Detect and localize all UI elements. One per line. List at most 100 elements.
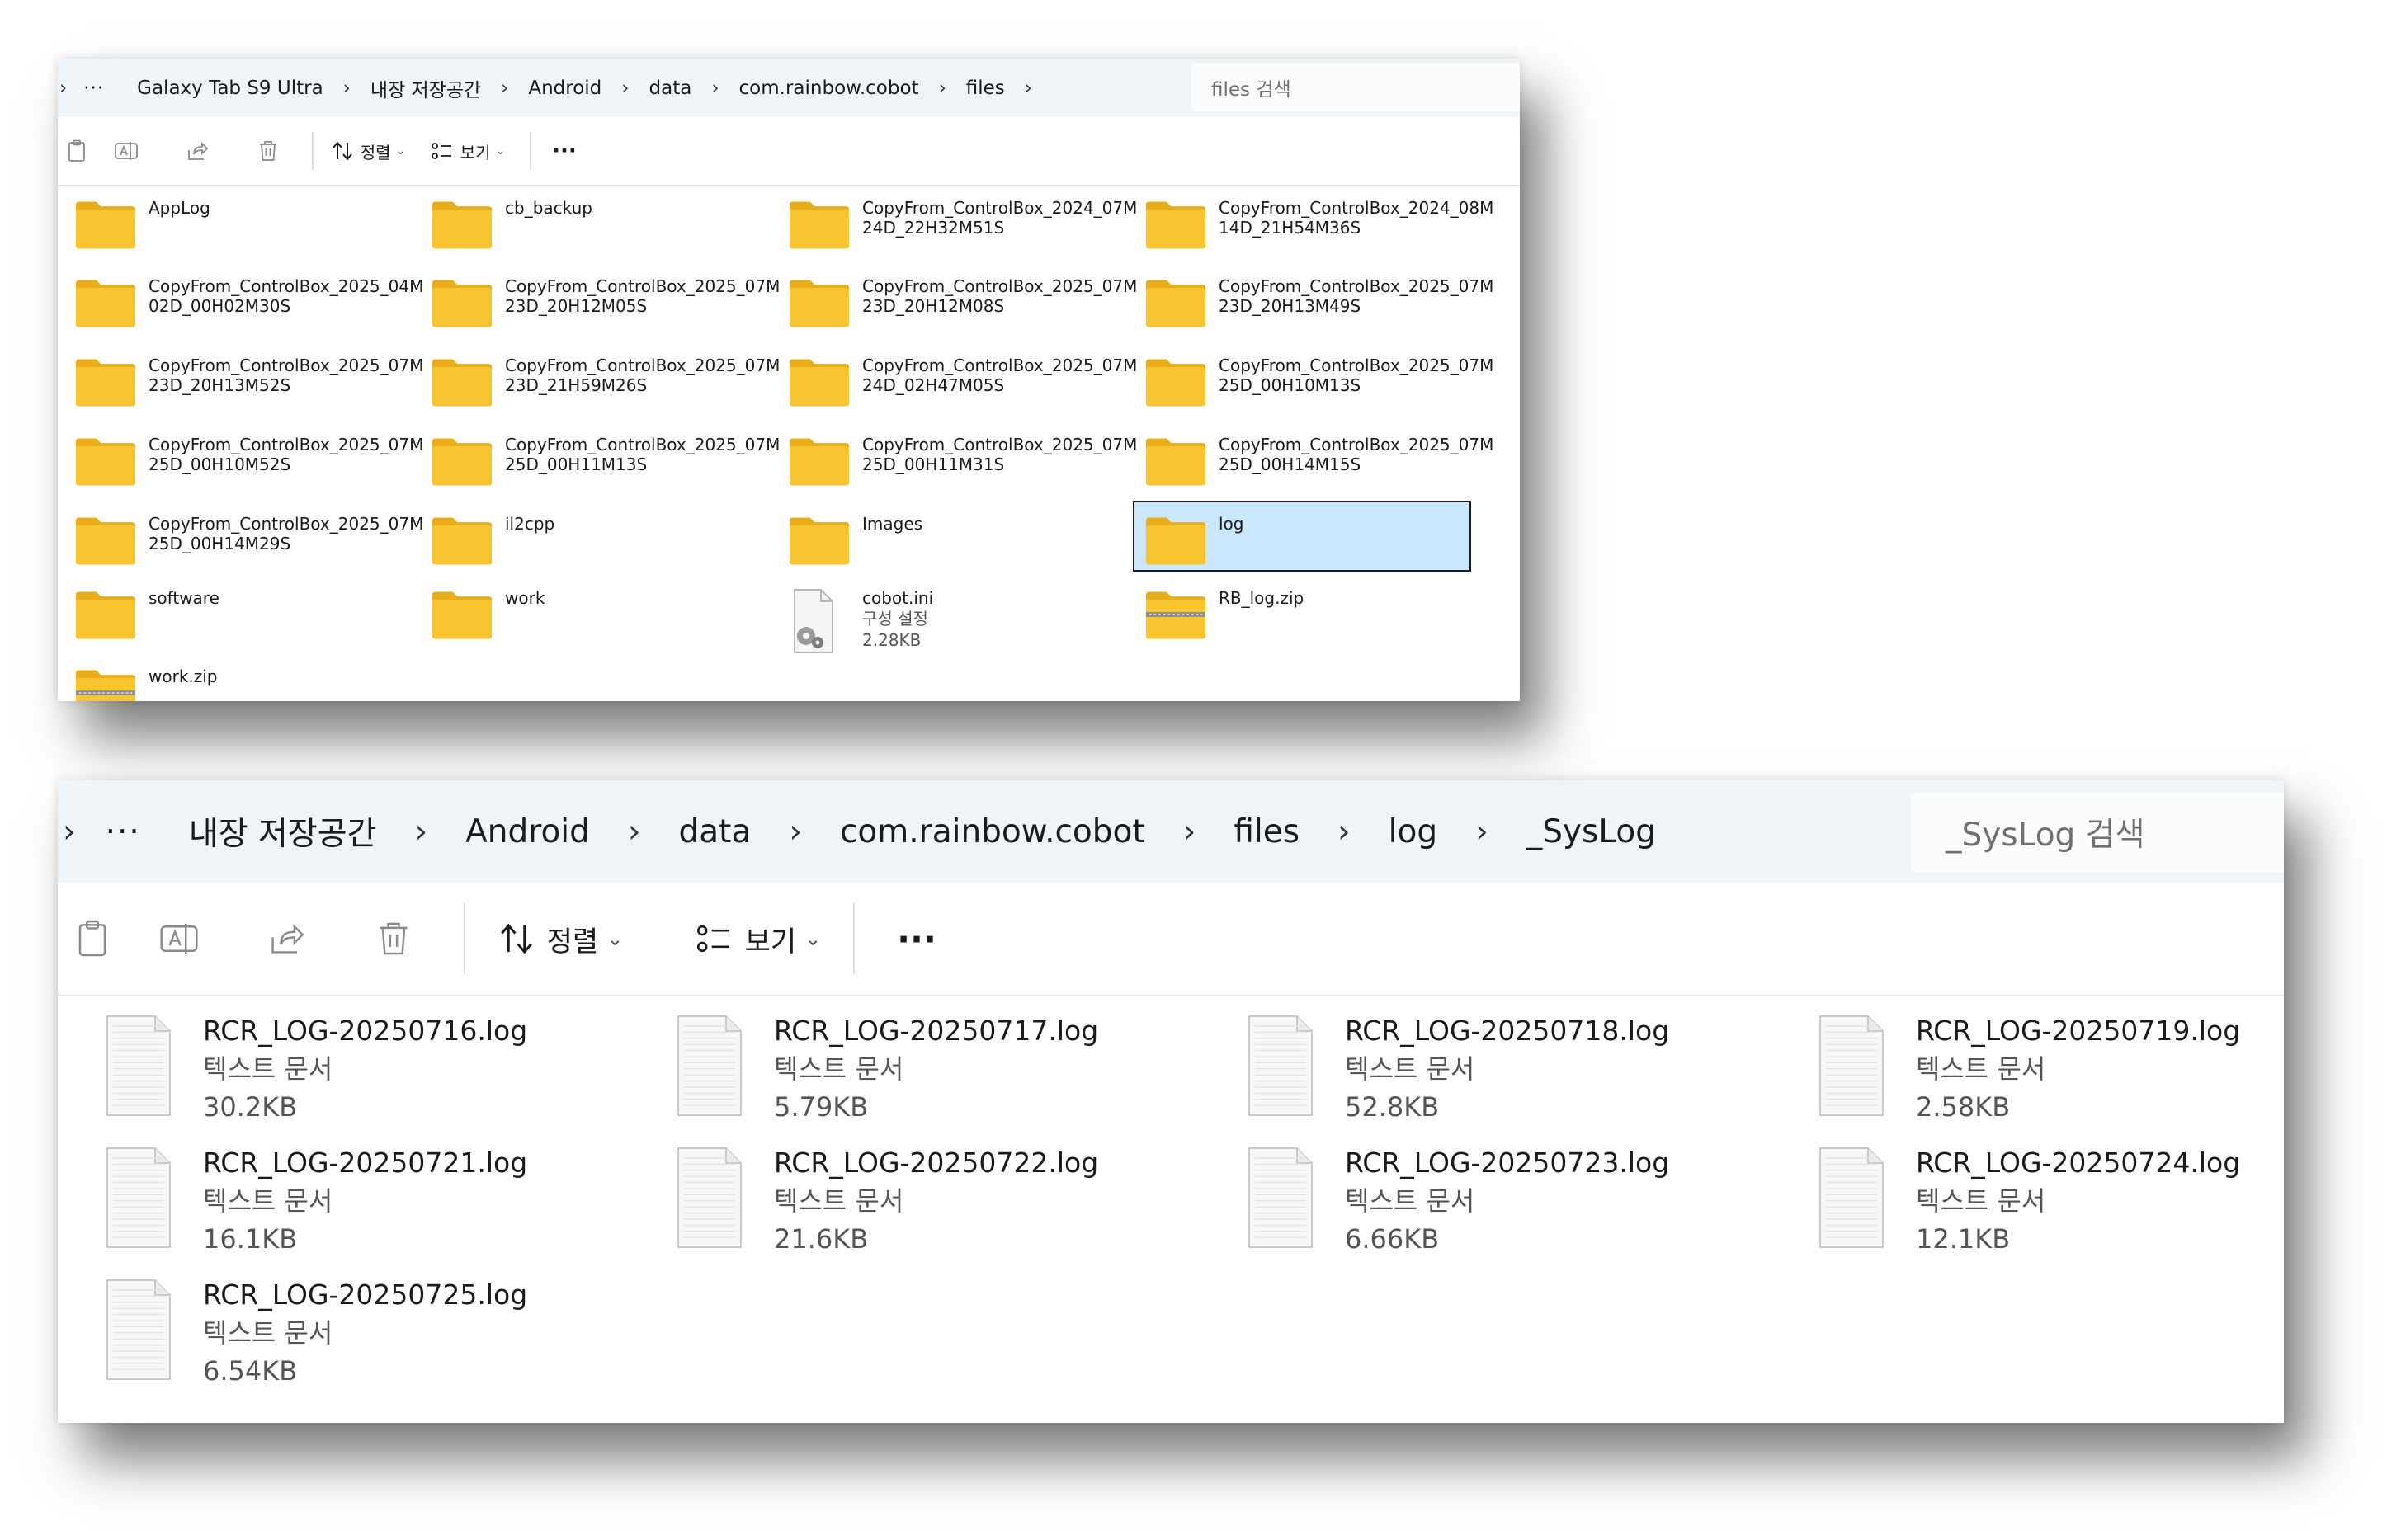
folder-item[interactable]: CopyFrom_ControlBox_2025_07M 23D_20H12M08… (776, 263, 1137, 334)
chevron-right-icon[interactable]: › (789, 813, 802, 850)
folder-item[interactable]: CopyFrom_ControlBox_2025_04M 02D_00H02M30… (63, 263, 423, 334)
item-name-line2: 25D_00H10M52S (149, 454, 291, 475)
breadcrumb-expand-icon[interactable]: › (63, 813, 76, 850)
chevron-right-icon[interactable]: › (939, 78, 946, 99)
folder-item[interactable]: CopyFrom_ControlBox_2025_07M 25D_00H14M15… (1133, 421, 1493, 492)
breadcrumb-item-device[interactable]: Galaxy Tab S9 Ultra (137, 78, 323, 99)
search-input[interactable]: files 검색 (1191, 64, 1520, 111)
breadcrumb-item-android[interactable]: Android (465, 813, 590, 850)
chevron-right-icon[interactable]: › (501, 78, 508, 99)
breadcrumb-item-data[interactable]: data (649, 78, 692, 99)
delete-button[interactable] (340, 897, 447, 980)
file-item[interactable]: RCR_LOG-20250723.log 텍스트 문서 6.66KB (1200, 1128, 1769, 1260)
file-explorer-window-syslog: › ··· 내장 저장공간 › Android › data › com.rainbo… (58, 780, 2284, 1423)
folder-item[interactable]: CopyFrom_ControlBox_2025_07M 25D_00H11M31… (776, 421, 1137, 492)
file-item[interactable]: RCR_LOG-20250724.log 텍스트 문서 12.1KB (1771, 1128, 2284, 1260)
breadcrumb-item-syslog[interactable]: _SysLog (1526, 813, 1656, 850)
folder-item[interactable]: software (63, 575, 401, 646)
breadcrumb-item-log[interactable]: log (1389, 813, 1437, 850)
breadcrumb-item-internal-storage[interactable]: 내장 저장공간 (189, 808, 377, 855)
view-details-icon (431, 143, 451, 159)
file-item[interactable]: RCR_LOG-20250717.log 텍스트 문서 5.79KB (629, 996, 1198, 1128)
text-document-icon (1819, 1015, 1884, 1116)
chevron-down-icon: ⌄ (495, 144, 506, 158)
folder-item[interactable]: CopyFrom_ControlBox_2025_07M 25D_00H10M13… (1133, 342, 1493, 413)
settings-file-icon (794, 589, 833, 653)
breadcrumb-overflow-button[interactable]: ··· (83, 78, 104, 99)
chevron-down-icon: ⌄ (606, 927, 624, 950)
breadcrumb-item-data[interactable]: data (679, 813, 752, 850)
folder-item[interactable]: CopyFrom_ControlBox_2025_07M 25D_00H10M52… (63, 421, 423, 492)
file-item[interactable]: RCR_LOG-20250719.log 텍스트 문서 2.58KB (1771, 996, 2284, 1128)
rename-button[interactable] (125, 897, 233, 980)
file-item[interactable]: RCR_LOG-20250716.log 텍스트 문서 30.2KB (58, 996, 627, 1128)
text-document-icon (677, 1015, 742, 1116)
paste-button[interactable] (63, 126, 91, 176)
file-name: RCR_LOG-20250721.log (203, 1147, 528, 1179)
view-button[interactable]: 보기 ⌄ (680, 897, 837, 980)
folder-item[interactable]: il2cpp (419, 501, 757, 572)
chevron-right-icon[interactable]: › (621, 78, 629, 99)
folder-item[interactable]: AppLog (63, 185, 401, 256)
folder-item[interactable]: CopyFrom_ControlBox_2025_07M 23D_20H13M49… (1133, 263, 1493, 334)
share-button[interactable] (162, 126, 233, 176)
file-item[interactable]: RCR_LOG-20250722.log 텍스트 문서 21.6KB (629, 1128, 1198, 1260)
file-type: 텍스트 문서 (774, 1053, 904, 1085)
file-item[interactable]: RCR_LOG-20250725.log 텍스트 문서 6.54KB (58, 1260, 627, 1392)
folder-item[interactable]: CopyFrom_ControlBox_2025_07M 24D_02H47M05… (776, 342, 1137, 413)
share-button[interactable] (233, 897, 340, 980)
paste-button[interactable] (59, 897, 125, 980)
file-item[interactable]: RCR_LOG-20250721.log 텍스트 문서 16.1KB (58, 1128, 627, 1260)
breadcrumb-item-package[interactable]: com.rainbow.cobot (840, 813, 1145, 850)
folder-item[interactable]: cb_backup (419, 185, 757, 256)
breadcrumb-item-internal-storage[interactable]: 내장 저장공간 (370, 74, 481, 102)
chevron-right-icon[interactable]: › (1475, 813, 1488, 850)
folder-item[interactable]: work (419, 575, 757, 646)
folder-item[interactable]: log (1133, 501, 1471, 572)
more-options-button[interactable]: ··· (871, 897, 962, 980)
breadcrumb-item-files[interactable]: files (966, 78, 1005, 99)
chevron-right-icon[interactable]: › (1337, 813, 1351, 850)
sort-button[interactable]: 정렬 ⌄ (482, 897, 639, 980)
item-icon (431, 514, 497, 568)
file-size: 52.8KB (1345, 1090, 1440, 1123)
more-options-button[interactable]: ··· (540, 126, 589, 176)
breadcrumb-overflow-button[interactable]: ··· (106, 813, 141, 850)
sort-button[interactable]: 정렬 ⌄ (322, 126, 414, 176)
view-button[interactable]: 보기 ⌄ (414, 126, 521, 176)
folder-item[interactable]: CopyFrom_ControlBox_2024_08M 14D_21H54M36… (1133, 185, 1493, 256)
breadcrumb-expand-icon[interactable]: › (59, 78, 67, 99)
chevron-right-icon[interactable]: › (415, 813, 428, 850)
file-item[interactable]: cobot.ini 구성 설정 2.28KB (776, 575, 1115, 653)
file-item[interactable]: RCR_LOG-20250718.log 텍스트 문서 52.8KB (1200, 996, 1769, 1128)
file-type: 텍스트 문서 (774, 1184, 904, 1217)
chevron-right-icon[interactable]: › (343, 78, 351, 99)
folder-icon (1145, 438, 1206, 486)
folder-item[interactable]: CopyFrom_ControlBox_2025_07M 23D_21H59M26… (419, 342, 780, 413)
chevron-right-icon[interactable]: › (711, 78, 719, 99)
file-type: 텍스트 문서 (203, 1053, 333, 1085)
address-bar: › ··· Galaxy Tab S9 Ultra › 내장 저장공간 › Andr… (58, 59, 1520, 117)
folder-item[interactable]: CopyFrom_ControlBox_2024_07M 24D_22H32M51… (776, 185, 1137, 256)
chevron-right-icon[interactable]: › (628, 813, 641, 850)
rename-button[interactable] (91, 126, 162, 176)
file-item[interactable]: work.zip (63, 653, 401, 701)
item-name: cobot.ini (862, 588, 934, 608)
chevron-right-icon[interactable]: › (1183, 813, 1196, 850)
file-size: 6.66KB (1345, 1222, 1440, 1255)
delete-button[interactable] (233, 126, 304, 176)
chevron-right-icon[interactable]: › (1025, 78, 1032, 99)
breadcrumb-item-files[interactable]: files (1234, 813, 1300, 850)
breadcrumb-item-android[interactable]: Android (528, 78, 601, 99)
item-icon (74, 666, 140, 701)
folder-item[interactable]: CopyFrom_ControlBox_2025_07M 23D_20H13M52… (63, 342, 423, 413)
folder-item[interactable]: CopyFrom_ControlBox_2025_07M 25D_00H11M13… (419, 421, 780, 492)
search-input[interactable]: _SysLog 검색 (1911, 793, 2284, 872)
breadcrumb-item-package[interactable]: com.rainbow.cobot (739, 78, 919, 99)
folder-item[interactable]: CopyFrom_ControlBox_2025_07M 23D_20H12M05… (419, 263, 780, 334)
folder-item[interactable]: Images (776, 501, 1115, 572)
folder-item[interactable]: CopyFrom_ControlBox_2025_07M 25D_00H14M29… (63, 501, 423, 572)
file-item[interactable]: RB_log.zip (1133, 575, 1471, 646)
item-name: software (149, 588, 219, 608)
